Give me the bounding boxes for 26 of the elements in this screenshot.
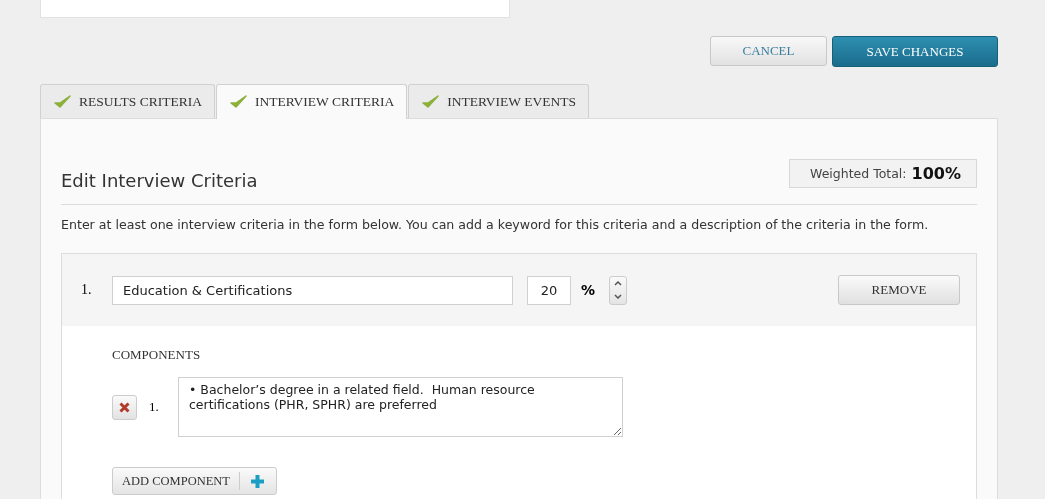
checkmark-icon [54, 94, 71, 109]
close-icon [119, 401, 130, 413]
component-text-field[interactable]: • Bachelor’s degree in a related field. Human resource certifications (PHR, SPHR) are preferred [178, 377, 623, 437]
checkmark-icon [229, 95, 247, 109]
remove-button[interactable]: REMOVE [838, 275, 961, 305]
tab[interactable]: RESULTS CRITERIA [40, 84, 215, 118]
criteria-name-field[interactable]: Education & Certifications [112, 275, 513, 305]
delete-button[interactable] [112, 394, 137, 420]
weighted-total-label: Weighted Total: [810, 166, 907, 181]
percent-sign: % [581, 282, 596, 298]
weighted-total-value: 100% [911, 164, 961, 183]
up-caret-icon[interactable] [614, 280, 623, 286]
description-text: Enter at least one interview criteria in the form below. You can add a keyword for this criteria and a description of the criteria in the form. [61, 217, 930, 232]
tab[interactable]: INTERVIEW EVENTS [408, 84, 589, 118]
section-title: Edit Interview Criteria [61, 170, 258, 191]
add-component-button[interactable]: ADD COMPONENT [112, 467, 277, 495]
down-caret-icon[interactable] [614, 294, 623, 300]
spinner-control[interactable] [609, 275, 628, 305]
component-number: 1. [149, 399, 160, 415]
tab[interactable]: INTERVIEW CRITERIA [215, 84, 408, 119]
checkmark-icon [422, 94, 440, 109]
components-label: COMPONENTS [112, 347, 202, 363]
item-number: 1. [81, 282, 93, 298]
cancel-button[interactable]: CANCEL [710, 36, 827, 66]
save-changes-button[interactable]: SAVE CHANGES [832, 36, 998, 67]
percent-field[interactable]: 20 [527, 275, 571, 305]
